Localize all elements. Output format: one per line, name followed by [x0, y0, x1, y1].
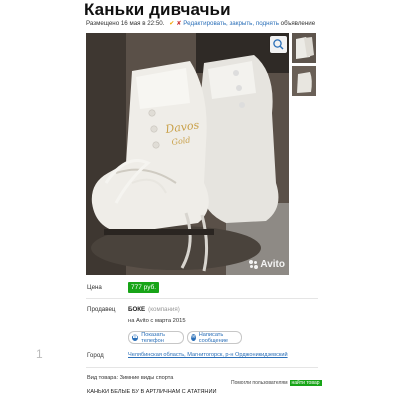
- city-link[interactable]: Челябинская область, Магнитогорск, р-н О…: [128, 352, 288, 358]
- main-photo[interactable]: Davos Gold Avito: [86, 33, 289, 275]
- promo-badge: найти товар: [289, 380, 322, 386]
- thumbnail-image: [292, 66, 316, 96]
- seller-name-text[interactable]: БОКЕ: [128, 306, 145, 313]
- seller-company: (компания): [148, 306, 180, 313]
- avito-logo-icon: [249, 260, 259, 269]
- write-message-button[interactable]: ✉ Написать сообщение: [187, 331, 242, 344]
- skates-image: Davos Gold: [86, 33, 289, 275]
- write-message-label: Написать сообщение: [198, 331, 228, 344]
- edit-listing-link[interactable]: Редактировать, закрыть, поднять: [183, 20, 279, 27]
- edit-suffix: объявление: [280, 20, 316, 27]
- promo-text: Помогли пользователям: [231, 380, 288, 386]
- message-icon: ✉: [191, 334, 196, 341]
- phone-icon: ☎: [132, 334, 139, 341]
- seller-name[interactable]: БОКЕ (компания): [128, 306, 180, 313]
- seller-label: Продавец: [87, 306, 116, 313]
- posted-date: Размещено 16 мая в 22:50.: [86, 20, 165, 27]
- price-value: 777 руб.: [128, 282, 160, 293]
- page-title: Каньки дивчачьи: [84, 0, 231, 19]
- listing-meta: Размещено 16 мая в 22:50. ✔ ✘ Редактирова…: [86, 20, 315, 27]
- zoom-button[interactable]: [270, 36, 287, 53]
- show-phone-label: Показать телефон: [141, 331, 166, 344]
- photo-thumbnail[interactable]: [292, 66, 316, 96]
- divider: [86, 298, 318, 299]
- description: КАНЬКИ БЕЛЫЕ БУ В АРТЛИЧНАМ С АТАТЯНИИ: [87, 389, 217, 395]
- show-phone-button[interactable]: ☎ Показать телефон: [128, 331, 184, 344]
- margin-number: 1: [36, 347, 43, 361]
- price-label: Цена: [87, 284, 102, 291]
- promo-line: Помогли пользователям найти товар: [231, 380, 322, 386]
- photo-thumbnail[interactable]: [292, 33, 316, 63]
- city-label: Город: [87, 352, 104, 359]
- seller-since: на Avito с марта 2015: [128, 318, 186, 324]
- avito-watermark: Avito: [249, 259, 285, 270]
- magnifier-icon: [273, 39, 284, 50]
- divider: [86, 367, 318, 368]
- close-icon[interactable]: ✘: [176, 20, 181, 27]
- category-line: Вид товара: Зимние виды спорта: [87, 375, 174, 381]
- thumbnail-image: [292, 33, 316, 63]
- star-icon[interactable]: ✔: [169, 20, 174, 27]
- watermark-text: Avito: [260, 259, 285, 270]
